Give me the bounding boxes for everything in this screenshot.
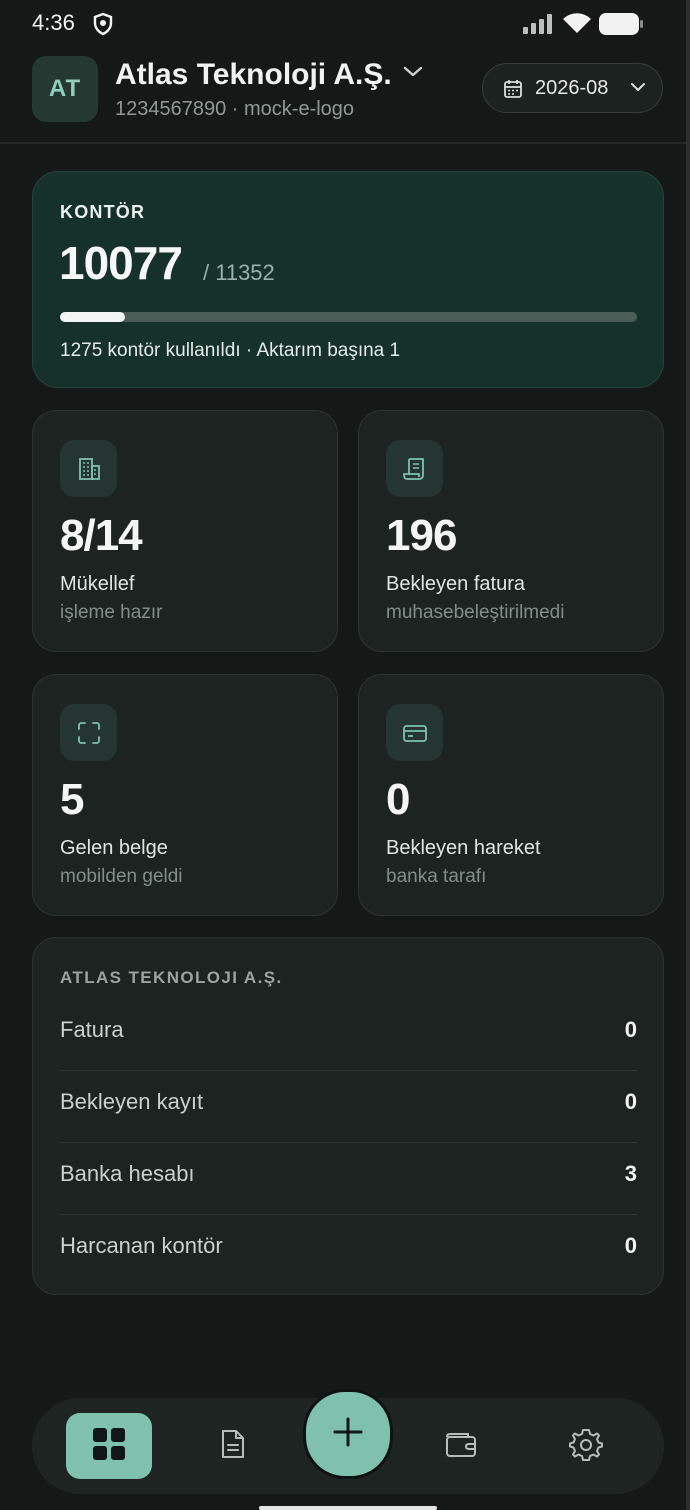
wifi-icon xyxy=(562,12,592,39)
grid-icon xyxy=(92,1427,126,1466)
summary-row-label: Fatura xyxy=(60,1017,124,1042)
card-icon xyxy=(386,704,443,761)
stat-label: Gelen belge xyxy=(60,837,168,859)
signal-icon xyxy=(522,14,552,39)
summary-title: ATLAS TEKNOLOJI A.Ş. xyxy=(60,968,283,987)
window-edge xyxy=(686,0,690,1510)
header-divider xyxy=(0,142,690,144)
kontor-total: / 11352 xyxy=(203,260,275,285)
summary-row-label: Harcanan kontör xyxy=(60,1233,223,1258)
home-indicator xyxy=(259,1506,437,1510)
stat-label: Bekleyen hareket xyxy=(386,837,541,859)
summary-row-bekleyen-kayit[interactable]: Bekleyen kayıt 0 xyxy=(60,1071,637,1143)
stat-sublabel: muhasebeleştirilmedi xyxy=(386,602,565,623)
company-subtitle: 1234567890 · mock-e-logo xyxy=(115,98,355,120)
stat-card-mukellef[interactable]: 8/14 Mükellef işleme hazır xyxy=(32,410,338,652)
calendar-icon xyxy=(503,79,523,104)
plus-icon xyxy=(331,1415,365,1454)
wallet-icon xyxy=(444,1429,478,1464)
app-screen: 4:36 AT Atlas Teknoloji A.Ş. 1234567890 … xyxy=(0,0,690,1510)
kontor-remaining: 10077 xyxy=(59,237,183,289)
battery-icon xyxy=(598,12,644,41)
summary-row-banka-hesabi[interactable]: Banka hesabı 3 xyxy=(60,1143,637,1215)
nav-documents-button[interactable] xyxy=(215,1428,251,1464)
building-icon xyxy=(60,440,117,497)
summary-row-value: 0 xyxy=(624,1089,637,1114)
settings-icon xyxy=(569,1427,603,1466)
summary-row-value: 3 xyxy=(624,1161,637,1186)
shield-icon xyxy=(92,12,114,41)
summary-row-label: Bekleyen kayıt xyxy=(60,1089,204,1114)
summary-row-value: 0 xyxy=(624,1233,637,1258)
avatar[interactable]: AT xyxy=(32,56,98,122)
nav-dashboard-button[interactable] xyxy=(66,1413,152,1479)
company-summary-card: ATLAS TEKNOLOJI A.Ş. Fatura 0 Bekleyen k… xyxy=(32,937,664,1295)
status-bar: 4:36 xyxy=(0,0,690,46)
stat-label: Mükellef xyxy=(60,573,135,595)
stat-label: Bekleyen fatura xyxy=(386,573,525,595)
stat-card-bekleyen-hareket[interactable]: 0 Bekleyen hareket banka tarafı xyxy=(358,674,664,916)
stat-sublabel: mobilden geldi xyxy=(60,866,183,887)
stat-value: 196 xyxy=(386,511,457,560)
summary-row-label: Banka hesabı xyxy=(60,1161,195,1186)
status-time: 4:36 xyxy=(32,10,75,35)
nav-settings-button[interactable] xyxy=(568,1428,604,1464)
summary-row-fatura[interactable]: Fatura 0 xyxy=(60,999,637,1071)
kontor-card[interactable]: KONTÖR 10077 / 11352 1275 kontör kullanı… xyxy=(32,171,664,388)
chevron-down-icon[interactable] xyxy=(402,64,424,85)
kontor-progress-bar xyxy=(60,312,637,322)
stat-value: 0 xyxy=(386,775,411,824)
company-name[interactable]: Atlas Teknoloji A.Ş. xyxy=(115,58,392,92)
stat-card-bekleyen-fatura[interactable]: 196 Bekleyen fatura muhasebeleştirilmedi xyxy=(358,410,664,652)
document-icon xyxy=(219,1428,247,1465)
stat-sublabel: işleme hazır xyxy=(60,602,163,623)
stat-sublabel: banka tarafı xyxy=(386,866,487,887)
summary-row-harcanan-kontor[interactable]: Harcanan kontör 0 xyxy=(60,1215,637,1287)
stat-value: 8/14 xyxy=(60,511,143,560)
add-button[interactable] xyxy=(303,1389,393,1479)
period-label: 2026-08 xyxy=(535,77,609,99)
chevron-down-icon xyxy=(629,80,647,99)
nav-wallet-button[interactable] xyxy=(443,1428,479,1464)
summary-row-value: 0 xyxy=(624,1017,637,1042)
kontor-progress-fill xyxy=(60,312,125,322)
kontor-title: KONTÖR xyxy=(60,202,146,222)
stat-value: 5 xyxy=(60,775,85,824)
period-selector[interactable]: 2026-08 xyxy=(482,63,663,113)
kontor-note: 1275 kontör kullanıldı · Aktarım başına … xyxy=(60,340,401,361)
stat-card-gelen-belge[interactable]: 5 Gelen belge mobilden geldi xyxy=(32,674,338,916)
receipt-icon xyxy=(386,440,443,497)
scan-icon xyxy=(60,704,117,761)
